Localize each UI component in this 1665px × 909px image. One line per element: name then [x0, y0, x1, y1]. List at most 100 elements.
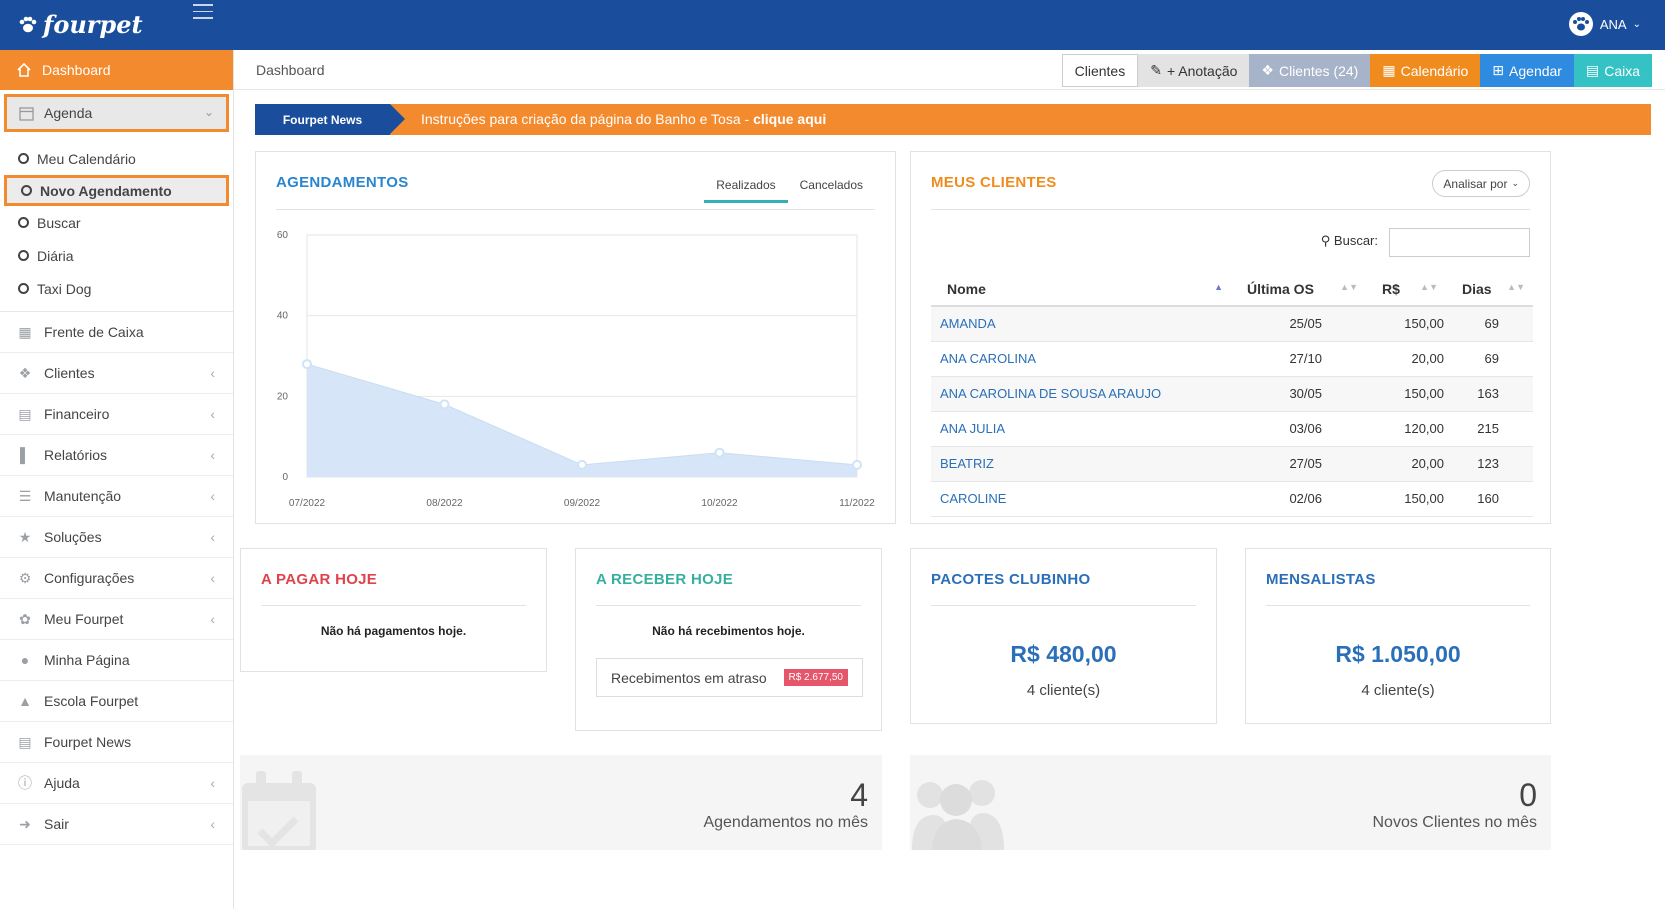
- button-label: Clientes: [1074, 62, 1126, 79]
- y-tick-label: 0: [282, 472, 288, 483]
- circle-icon: [18, 217, 29, 228]
- tab-cancelados[interactable]: Cancelados: [788, 178, 875, 203]
- user-menu[interactable]: ANA ⌄: [1568, 12, 1641, 36]
- sidebar-item-minha-p-gina[interactable]: ● Minha Página: [0, 640, 233, 681]
- news-link[interactable]: clique aqui: [753, 111, 826, 127]
- tab-realizados[interactable]: Realizados: [704, 178, 788, 203]
- novos-clientes-value: 0: [1519, 777, 1537, 813]
- sidebar-item-label: Escola Fourpet: [44, 693, 139, 709]
- money-icon: ▤: [18, 405, 32, 422]
- cell-nome[interactable]: ANA CAROLINA: [931, 341, 1231, 377]
- caixa-button[interactable]: ▤ Caixa: [1573, 54, 1652, 87]
- atraso-badge: R$ 2.677,50: [783, 669, 848, 686]
- agendar-button[interactable]: ⊞ Agendar: [1480, 54, 1574, 87]
- atraso-label: Recebimentos em atraso: [611, 670, 767, 686]
- calendario-button[interactable]: ▦ Calendário: [1370, 54, 1481, 87]
- clientes-count-button[interactable]: ❖ Clientes (24): [1249, 54, 1371, 87]
- sidebar-item-meu-fourpet[interactable]: ✿ Meu Fourpet ‹: [0, 599, 233, 640]
- panel-title: A RECEBER HOJE: [596, 571, 734, 588]
- user-name: ANA: [1599, 16, 1627, 32]
- sidebar-subitem-taxi-dog[interactable]: Taxi Dog: [0, 272, 233, 305]
- user-paw-icon: [1568, 12, 1593, 36]
- analisar-por-dropdown[interactable]: Analisar por ⌄: [1432, 170, 1530, 197]
- pacotes-panel: PACOTES CLUBINHO R$ 480,00 4 cliente(s): [910, 548, 1217, 724]
- sidebar-item-label: Minha Página: [44, 652, 130, 668]
- button-label: + Anotação: [1166, 62, 1238, 79]
- clientes-table-body: AMANDA 25/05 150,00 69 ANA CAROLINA 27/10 20,0…: [931, 306, 1533, 517]
- panel-title: MENSALISTAS: [1266, 571, 1376, 588]
- users-icon: ❖: [1261, 62, 1274, 78]
- table-row[interactable]: ANA JULIA 03/06 120,00 215: [931, 411, 1533, 447]
- sidebar-item-frente-de-caixa[interactable]: ▦ Frente de Caixa: [0, 312, 233, 353]
- sidebar-item-label: Configurações: [44, 570, 135, 586]
- sidebar-item-label: Ajuda: [44, 775, 80, 791]
- sort-icon: ▲▼: [1420, 282, 1438, 292]
- anotacao-button[interactable]: ✎ + Anotação: [1138, 54, 1250, 87]
- brand-logo[interactable]: fourpet: [18, 10, 143, 39]
- column-nome[interactable]: Nome ▲: [931, 272, 1231, 307]
- sidebar-item-manuten-o[interactable]: ☰ Manutenção ‹: [0, 476, 233, 517]
- cell-nome[interactable]: AMANDA: [931, 306, 1231, 342]
- sidebar-item-relat-rios[interactable]: ▌ Relatórios ‹: [0, 435, 233, 476]
- sidebar-item-fourpet-news[interactable]: ▤ Fourpet News: [0, 722, 233, 763]
- cell-dias: 160: [1446, 481, 1533, 517]
- subitem-label: Taxi Dog: [37, 280, 92, 297]
- sidebar-subitem-novo-agendamento[interactable]: Novo Agendamento: [4, 175, 229, 206]
- divider: [596, 605, 861, 606]
- button-label: Calendário: [1400, 62, 1469, 79]
- table-row[interactable]: CAROLINE 02/06 150,00 160: [931, 481, 1533, 517]
- pagar-empty-text: Não há pagamentos hoje.: [320, 624, 467, 638]
- sidebar-subitem-meu-calendario[interactable]: Meu Calendário: [0, 142, 233, 175]
- table-row[interactable]: AMANDA 25/05 150,00 69: [931, 306, 1533, 342]
- graduation-cap-icon: ▲: [18, 693, 32, 709]
- chevron-down-icon: ⌄: [203, 105, 214, 119]
- search-input[interactable]: [1389, 228, 1530, 257]
- recebimentos-atraso[interactable]: Recebimentos em atraso R$ 2.677,50: [596, 658, 863, 697]
- cell-nome[interactable]: ANA JULIA: [931, 411, 1231, 447]
- circle-icon: [21, 185, 32, 196]
- sidebar-subitem-buscar[interactable]: Buscar: [0, 206, 233, 239]
- search-label-text: Buscar:: [1333, 233, 1378, 248]
- column-valor[interactable]: R$ ▲▼: [1366, 272, 1446, 307]
- circle-icon: [18, 283, 29, 294]
- sidebar-item-solu-es[interactable]: ★ Soluções ‹: [0, 517, 233, 558]
- sort-icon: ▲▼: [1507, 282, 1525, 292]
- sidebar-item-sair[interactable]: ➜ Sair ‹: [0, 804, 233, 845]
- sidebar-item-clientes[interactable]: ❖ Clientes ‹: [0, 353, 233, 394]
- table-row[interactable]: BEATRIZ 27/05 20,00 123: [931, 446, 1533, 482]
- chevron-left-icon: ‹: [210, 529, 215, 545]
- top-bar: fourpet ANA ⌄: [0, 0, 1665, 50]
- circle-icon: [18, 153, 29, 164]
- table-row[interactable]: ANA CAROLINA 27/10 20,00 69: [931, 341, 1533, 377]
- cell-ultima-os: 02/06: [1231, 481, 1366, 517]
- cogs-icon: ⚙: [18, 569, 32, 586]
- home-icon: [17, 62, 31, 77]
- x-tick-label: 07/2022: [289, 498, 326, 509]
- column-dias[interactable]: Dias ▲▼: [1446, 272, 1533, 307]
- cell-nome[interactable]: ANA CAROLINA DE SOUSA ARAUJO: [931, 376, 1231, 412]
- column-label: Nome: [947, 280, 986, 297]
- sidebar: Dashboard Agenda ⌄ Meu Calendário Novo A…: [0, 50, 234, 909]
- table-row[interactable]: ANA CAROLINA DE SOUSA ARAUJO 30/05 150,00 1…: [931, 376, 1533, 412]
- bar-chart-icon: ▌: [20, 447, 30, 463]
- sidebar-item-dashboard[interactable]: Dashboard: [0, 50, 233, 90]
- sidebar-item-label: Fourpet News: [44, 734, 132, 750]
- clientes-button[interactable]: Clientes: [1061, 54, 1139, 87]
- sidebar-subitem-diaria[interactable]: Diária: [0, 239, 233, 272]
- news-banner[interactable]: Fourpet News Instruções para criação da …: [255, 104, 1651, 135]
- sidebar-item-financeiro[interactable]: ▤ Financeiro ‹: [0, 394, 233, 435]
- sidebar-item-ajuda[interactable]: ⓘ Ajuda ‹: [0, 763, 233, 804]
- sidebar-item-agenda[interactable]: Agenda ⌄: [4, 94, 229, 132]
- breadcrumb: Dashboard: [256, 62, 325, 78]
- panel-title: MEUS CLIENTES: [931, 174, 1057, 191]
- cell-nome[interactable]: BEATRIZ: [931, 446, 1231, 482]
- cell-ultima-os: 27/10: [1231, 341, 1366, 377]
- sidebar-item-configura-es[interactable]: ⚙ Configurações ‹: [0, 558, 233, 599]
- sign-out-icon: ➜: [19, 815, 31, 832]
- database-icon: ☰: [18, 487, 32, 504]
- column-ultima-os[interactable]: Última OS ▲▼: [1231, 272, 1366, 307]
- menu-toggle-icon[interactable]: [193, 4, 213, 24]
- cell-nome[interactable]: CAROLINE: [931, 481, 1231, 517]
- button-label: Clientes (24): [1278, 62, 1359, 79]
- sidebar-item-escola-fourpet[interactable]: ▲ Escola Fourpet: [0, 681, 233, 722]
